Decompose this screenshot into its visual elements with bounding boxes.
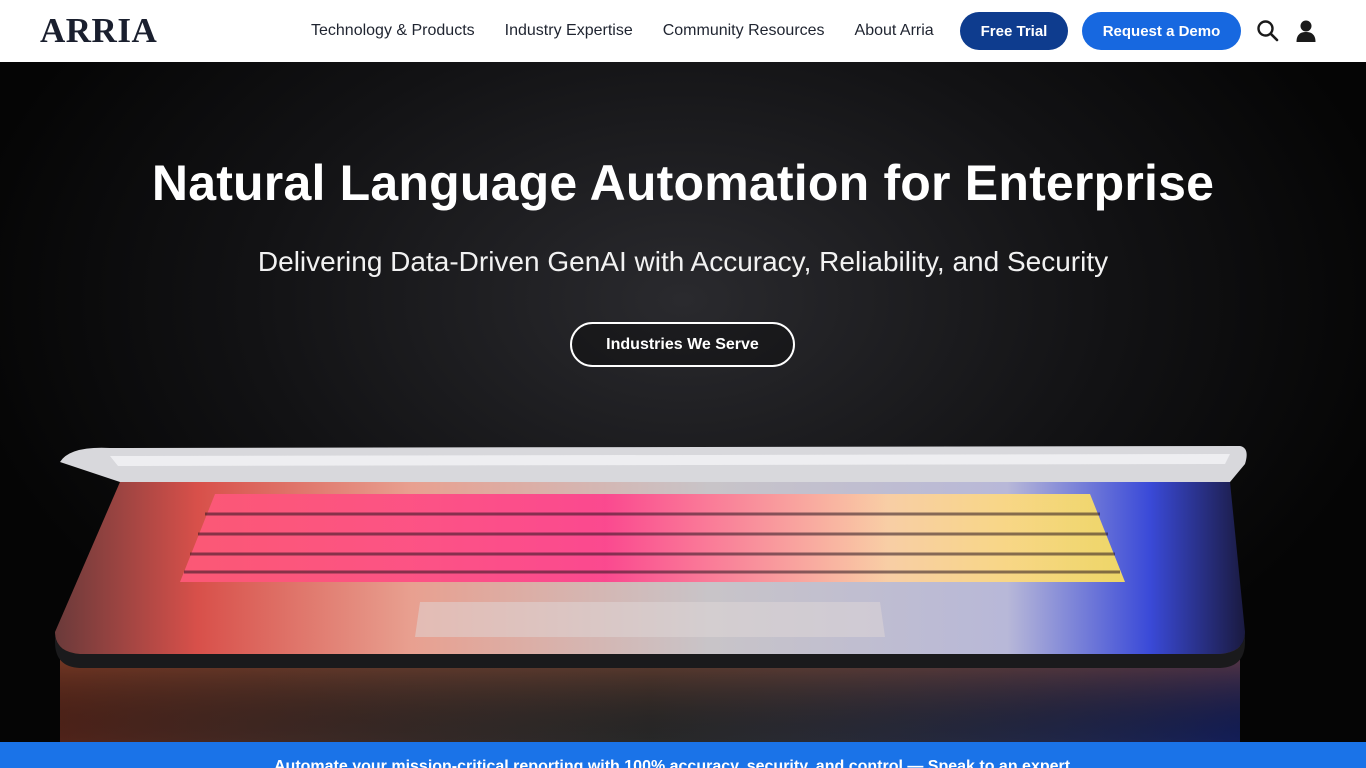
request-demo-button[interactable]: Request a Demo (1082, 12, 1241, 50)
laptop-image (55, 446, 1247, 742)
search-icon[interactable] (1256, 19, 1280, 43)
nav-item-technology-products[interactable]: Technology & Products (296, 22, 490, 40)
banner-text[interactable]: Automate your mission-critical reporting… (274, 758, 1070, 768)
nav-item-community-resources[interactable]: Community Resources (648, 22, 840, 40)
free-trial-button[interactable]: Free Trial (960, 12, 1068, 50)
hero-section: Natural Language Automation for Enterpri… (0, 62, 1366, 742)
hero-title: Natural Language Automation for Enterpri… (151, 155, 1215, 211)
bottom-banner[interactable]: Automate your mission-critical reporting… (0, 742, 1366, 768)
site-header: ARRIA Technology & Products Industry Exp… (0, 0, 1366, 62)
nav-item-industry-expertise[interactable]: Industry Expertise (490, 22, 648, 40)
user-icon[interactable] (1294, 19, 1318, 43)
nav-item-about-arria[interactable]: About Arria (840, 22, 949, 40)
main-nav: Technology & Products Industry Expertise… (296, 0, 949, 62)
industries-we-serve-button[interactable]: Industries We Serve (570, 322, 795, 367)
hero-subtitle: Delivering Data-Driven GenAI with Accura… (257, 246, 1109, 277)
arria-logo[interactable]: ARRIA (40, 13, 157, 49)
